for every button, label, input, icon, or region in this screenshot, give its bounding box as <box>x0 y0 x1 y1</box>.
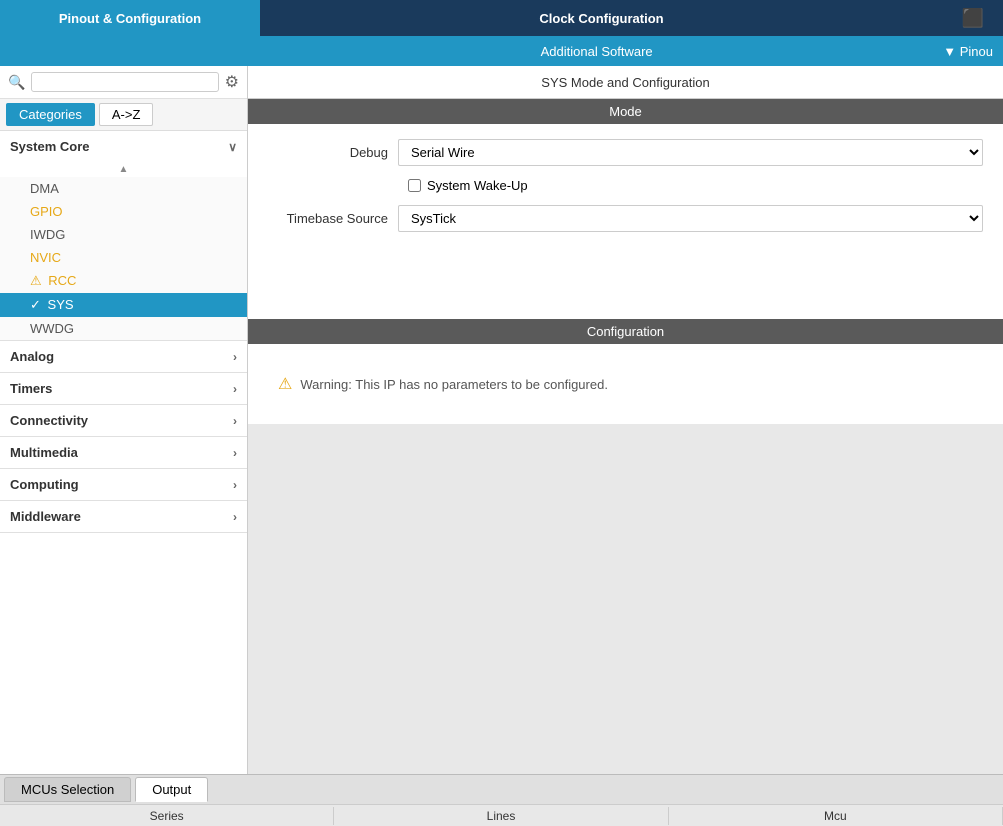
search-input[interactable] <box>31 72 218 92</box>
warning-box: ⚠ Warning: This IP has no parameters to … <box>268 364 983 404</box>
warning-text: Warning: This IP has no parameters to be… <box>300 377 608 392</box>
col-series: Series <box>0 807 334 825</box>
list-item-rcc[interactable]: ⚠ RCC <box>0 269 247 293</box>
tab-pinout[interactable]: Pinout & Configuration <box>0 0 260 36</box>
chevron-right-icon: › <box>233 414 237 428</box>
main-panel: SYS Mode and Configuration Mode Debug Se… <box>248 66 1003 774</box>
tab-mcus-selection[interactable]: MCUs Selection <box>4 777 131 802</box>
debug-row: Debug Serial Wire JTAG (5 pins) JTAG (4 … <box>268 139 983 166</box>
second-header: Additional Software ▼ Pinou <box>0 36 1003 66</box>
tab-right[interactable]: ⬛ <box>943 0 1003 36</box>
list-item-iwdg[interactable]: IWDG <box>0 223 247 246</box>
additional-software[interactable]: Additional Software <box>260 36 933 66</box>
mode-content: Debug Serial Wire JTAG (5 pins) JTAG (4 … <box>248 124 1003 259</box>
col-mcu: Mcu <box>669 807 1003 825</box>
pinout-label: Pinout & Configuration <box>59 11 201 26</box>
bottom-bar: MCUs Selection Output <box>0 774 1003 804</box>
system-wakeup-row: System Wake-Up <box>268 178 983 193</box>
tab-output[interactable]: Output <box>135 777 208 802</box>
chevron-right-icon: › <box>233 478 237 492</box>
list-item-sys[interactable]: ✓ SYS <box>0 293 247 317</box>
category-connectivity: Connectivity › <box>0 405 247 437</box>
mode-section: Mode Debug Serial Wire JTAG (5 pins) JTA… <box>248 99 1003 259</box>
category-multimedia: Multimedia › <box>0 437 247 469</box>
panel-title: SYS Mode and Configuration <box>248 66 1003 99</box>
list-item-dma[interactable]: DMA <box>0 177 247 200</box>
chevron-right-icon: › <box>233 510 237 524</box>
mode-section-header: Mode <box>248 99 1003 124</box>
main-content: 🔍 ⚙ Categories A->Z System Core ∨ ▲ DMA <box>0 66 1003 774</box>
sidebar: 🔍 ⚙ Categories A->Z System Core ∨ ▲ DMA <box>0 66 248 774</box>
timebase-row: Timebase Source SysTick TIM1 TIM2 <box>268 205 983 232</box>
category-analog: Analog › <box>0 341 247 373</box>
bottom-table-header: Series Lines Mcu <box>0 804 1003 826</box>
timebase-select[interactable]: SysTick TIM1 TIM2 <box>398 205 983 232</box>
system-wakeup-label: System Wake-Up <box>427 178 528 193</box>
mode-spacer <box>248 259 1003 319</box>
category-timers: Timers › <box>0 373 247 405</box>
config-content: ⚠ Warning: This IP has no parameters to … <box>248 344 1003 424</box>
config-section: Configuration ⚠ Warning: This IP has no … <box>248 319 1003 424</box>
warning-triangle-icon: ⚠ <box>278 374 292 394</box>
header-spacer <box>0 36 260 66</box>
search-icon: 🔍 <box>8 74 25 91</box>
config-section-header: Configuration <box>248 319 1003 344</box>
chevron-right-icon: › <box>233 382 237 396</box>
pinout-short-label: ▼ Pinou <box>943 44 993 59</box>
top-header: Pinout & Configuration Clock Configurati… <box>0 0 1003 36</box>
category-header-system-core[interactable]: System Core ∨ <box>0 131 247 162</box>
warning-triangle-icon: ⚠ <box>30 273 42 288</box>
chevron-right-icon: › <box>233 446 237 460</box>
list-item-nvic[interactable]: NVIC <box>0 246 247 269</box>
sidebar-search-row: 🔍 ⚙ <box>0 66 247 99</box>
chevron-right-icon: › <box>233 350 237 364</box>
category-header-timers[interactable]: Timers › <box>0 373 247 404</box>
chevron-down-icon: ∨ <box>228 140 237 154</box>
category-header-multimedia[interactable]: Multimedia › <box>0 437 247 468</box>
category-middleware: Middleware › <box>0 501 247 533</box>
category-header-connectivity[interactable]: Connectivity › <box>0 405 247 436</box>
collapse-arrow[interactable]: ▲ <box>0 162 247 177</box>
list-item-wwdg[interactable]: WWDG <box>0 317 247 340</box>
category-computing: Computing › <box>0 469 247 501</box>
debug-select[interactable]: Serial Wire JTAG (5 pins) JTAG (4 pins) … <box>398 139 983 166</box>
clock-label: Clock Configuration <box>539 11 663 26</box>
category-header-computing[interactable]: Computing › <box>0 469 247 500</box>
system-wakeup-checkbox[interactable] <box>408 179 421 192</box>
tab-clock[interactable]: Clock Configuration <box>260 0 943 36</box>
system-core-items: DMA GPIO IWDG NVIC ⚠ RCC ✓ SYS <box>0 177 247 340</box>
sidebar-tabs: Categories A->Z <box>0 99 247 131</box>
checkmark-icon: ✓ <box>30 297 41 312</box>
category-header-analog[interactable]: Analog › <box>0 341 247 372</box>
category-system-core: System Core ∨ ▲ DMA GPIO IWDG NVIC ⚠ <box>0 131 247 341</box>
list-item-gpio[interactable]: GPIO <box>0 200 247 223</box>
timebase-label: Timebase Source <box>268 211 398 226</box>
tab-categories[interactable]: Categories <box>6 103 95 126</box>
col-lines: Lines <box>334 807 668 825</box>
gear-icon[interactable]: ⚙ <box>225 72 239 92</box>
additional-software-label: Additional Software <box>541 44 653 59</box>
tab-az[interactable]: A->Z <box>99 103 154 126</box>
category-header-middleware[interactable]: Middleware › <box>0 501 247 532</box>
debug-label: Debug <box>268 145 398 160</box>
pinout-short-btn[interactable]: ▼ Pinou <box>933 36 1003 66</box>
